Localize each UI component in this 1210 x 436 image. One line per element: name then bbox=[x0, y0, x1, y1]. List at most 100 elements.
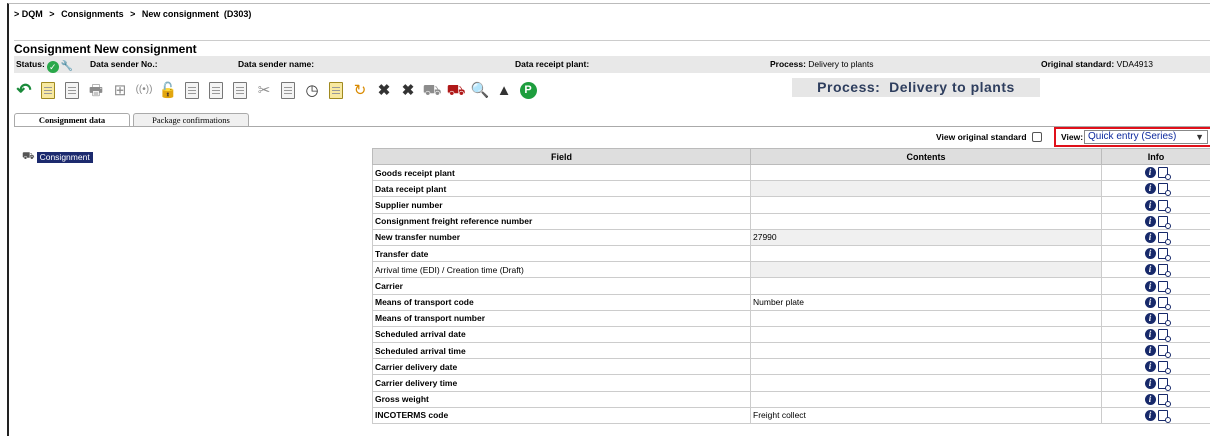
field-contents[interactable] bbox=[750, 212, 1102, 230]
field-contents[interactable] bbox=[750, 244, 1102, 263]
preview-icon[interactable]: 🔍 bbox=[470, 80, 490, 100]
unlock-icon[interactable]: 🔓 bbox=[158, 80, 178, 100]
export-icon[interactable] bbox=[326, 80, 346, 100]
info-cell: i bbox=[1101, 244, 1210, 263]
breadcrumb-prefix: > bbox=[14, 9, 20, 19]
field-contents[interactable] bbox=[750, 342, 1102, 360]
info-icon[interactable]: i bbox=[1144, 410, 1156, 422]
info-cell: i bbox=[1101, 293, 1210, 311]
info-icon[interactable]: i bbox=[1144, 167, 1156, 179]
new-document-icon[interactable] bbox=[38, 80, 58, 100]
field-label: Means of transport code bbox=[372, 293, 751, 311]
info-icon[interactable]: i bbox=[1144, 312, 1156, 324]
document-search-icon[interactable] bbox=[1157, 345, 1171, 358]
document-search-icon[interactable] bbox=[1157, 199, 1171, 213]
status-bar: Status: ✓ 🔧 Data sender No.: Data sender n… bbox=[14, 56, 1210, 73]
document-search-icon[interactable] bbox=[1157, 231, 1171, 245]
info-icon[interactable]: i bbox=[1144, 183, 1156, 195]
tree-item-consignment[interactable]: ⛟ Consignment bbox=[22, 151, 93, 164]
tree-item-label: Consignment bbox=[36, 152, 93, 163]
field-contents[interactable] bbox=[750, 261, 1102, 279]
field-contents[interactable] bbox=[750, 374, 1102, 392]
breadcrumb-item-dqm[interactable]: DQM bbox=[22, 9, 43, 19]
view-select[interactable]: Quick entry (Series) ▼ bbox=[1084, 130, 1208, 144]
field-contents[interactable]: Number plate bbox=[750, 293, 1102, 311]
view-original-standard-label: View original standard bbox=[936, 132, 1027, 142]
info-icon[interactable]: i bbox=[1144, 231, 1156, 243]
field-contents[interactable] bbox=[750, 180, 1102, 198]
paste-icon[interactable] bbox=[278, 80, 298, 100]
field-label: Gross weight bbox=[372, 390, 751, 408]
document-search-icon[interactable] bbox=[1157, 393, 1171, 407]
info-icon[interactable]: i bbox=[1144, 199, 1156, 211]
field-label: Carrier delivery date bbox=[372, 358, 751, 376]
info-icon[interactable]: i bbox=[1144, 345, 1156, 357]
document-search-icon[interactable] bbox=[1157, 280, 1171, 293]
grid-icon[interactable]: ⊞ bbox=[110, 80, 130, 100]
document-search-icon[interactable] bbox=[1157, 312, 1171, 326]
table-row: Supplier number i bbox=[372, 196, 1210, 214]
wrench-icon[interactable]: 🔧 bbox=[61, 61, 73, 72]
info-cell: i bbox=[1101, 406, 1210, 425]
document-search-icon[interactable] bbox=[1157, 264, 1171, 277]
document-icon[interactable] bbox=[206, 80, 226, 100]
table-row: Means of transport number i bbox=[372, 309, 1210, 327]
status-field: Status: ✓ 🔧 bbox=[16, 59, 73, 73]
radio-signal-icon[interactable]: ((•)) bbox=[134, 80, 154, 100]
tab-package-confirmations[interactable]: Package confirmations bbox=[133, 113, 249, 127]
document-search-icon[interactable] bbox=[1157, 329, 1171, 342]
info-cell: i bbox=[1101, 212, 1210, 230]
field-contents[interactable] bbox=[750, 277, 1102, 295]
transport-delete-icon[interactable]: ⛟ bbox=[422, 80, 442, 100]
parking-icon[interactable]: P bbox=[518, 80, 538, 100]
view-original-standard-checkbox[interactable] bbox=[1031, 132, 1042, 142]
field-contents[interactable] bbox=[750, 196, 1102, 214]
field-contents[interactable] bbox=[750, 390, 1102, 408]
info-icon[interactable]: i bbox=[1144, 296, 1156, 308]
truck-icon[interactable]: ⛟ bbox=[446, 80, 466, 100]
print-icon[interactable]: 🖶 bbox=[86, 80, 106, 100]
field-contents[interactable] bbox=[750, 325, 1102, 344]
document-search-icon[interactable] bbox=[1157, 361, 1171, 374]
back-arrow-icon[interactable]: ↶ bbox=[14, 80, 34, 100]
info-icon[interactable]: i bbox=[1144, 393, 1156, 405]
info-cell: i bbox=[1101, 228, 1210, 246]
document-search-icon[interactable] bbox=[1157, 215, 1171, 229]
field-label: Scheduled arrival time bbox=[372, 342, 751, 360]
field-contents[interactable]: Freight collect bbox=[750, 406, 1102, 425]
field-label: Consignment freight reference number bbox=[372, 212, 751, 230]
field-label: Means of transport number bbox=[372, 309, 751, 327]
document-search-icon[interactable] bbox=[1157, 167, 1171, 180]
document-list-icon[interactable] bbox=[182, 80, 202, 100]
field-label: Transfer date bbox=[372, 244, 751, 263]
info-icon[interactable]: i bbox=[1144, 248, 1156, 260]
breadcrumb-item-consignments[interactable]: Consignments bbox=[61, 9, 124, 19]
field-label: Supplier number bbox=[372, 196, 751, 214]
document-search-icon[interactable] bbox=[1157, 410, 1171, 423]
field-contents[interactable] bbox=[750, 309, 1102, 327]
document-copy-icon[interactable] bbox=[230, 80, 250, 100]
info-icon[interactable]: i bbox=[1144, 329, 1156, 341]
document-search-icon[interactable] bbox=[1157, 377, 1171, 391]
refresh-icon[interactable]: ↻ bbox=[350, 80, 370, 100]
info-icon[interactable]: i bbox=[1144, 264, 1156, 276]
delete-all-icon[interactable]: ✖ bbox=[398, 80, 418, 100]
cut-icon[interactable]: ✂ bbox=[254, 80, 274, 100]
info-icon[interactable]: i bbox=[1144, 377, 1156, 389]
data-receipt-plant-label: Data receipt plant: bbox=[515, 59, 590, 69]
copy-document-icon[interactable] bbox=[62, 80, 82, 100]
info-icon[interactable]: i bbox=[1144, 215, 1156, 227]
delete-icon[interactable]: ✖ bbox=[374, 80, 394, 100]
field-contents[interactable]: 27990 bbox=[750, 228, 1102, 246]
clock-icon[interactable]: ◷ bbox=[302, 80, 322, 100]
field-contents[interactable] bbox=[750, 358, 1102, 376]
document-search-icon[interactable] bbox=[1157, 296, 1171, 310]
field-contents[interactable] bbox=[750, 163, 1102, 182]
info-icon[interactable]: i bbox=[1144, 280, 1156, 292]
tab-consignment-data[interactable]: Consignment data bbox=[14, 113, 130, 127]
info-icon[interactable]: i bbox=[1144, 361, 1156, 373]
weight-icon[interactable]: ▲ bbox=[494, 80, 514, 100]
table-row: Data receipt plant i bbox=[372, 180, 1210, 198]
document-search-icon[interactable] bbox=[1157, 183, 1171, 196]
document-search-icon[interactable] bbox=[1157, 248, 1171, 261]
